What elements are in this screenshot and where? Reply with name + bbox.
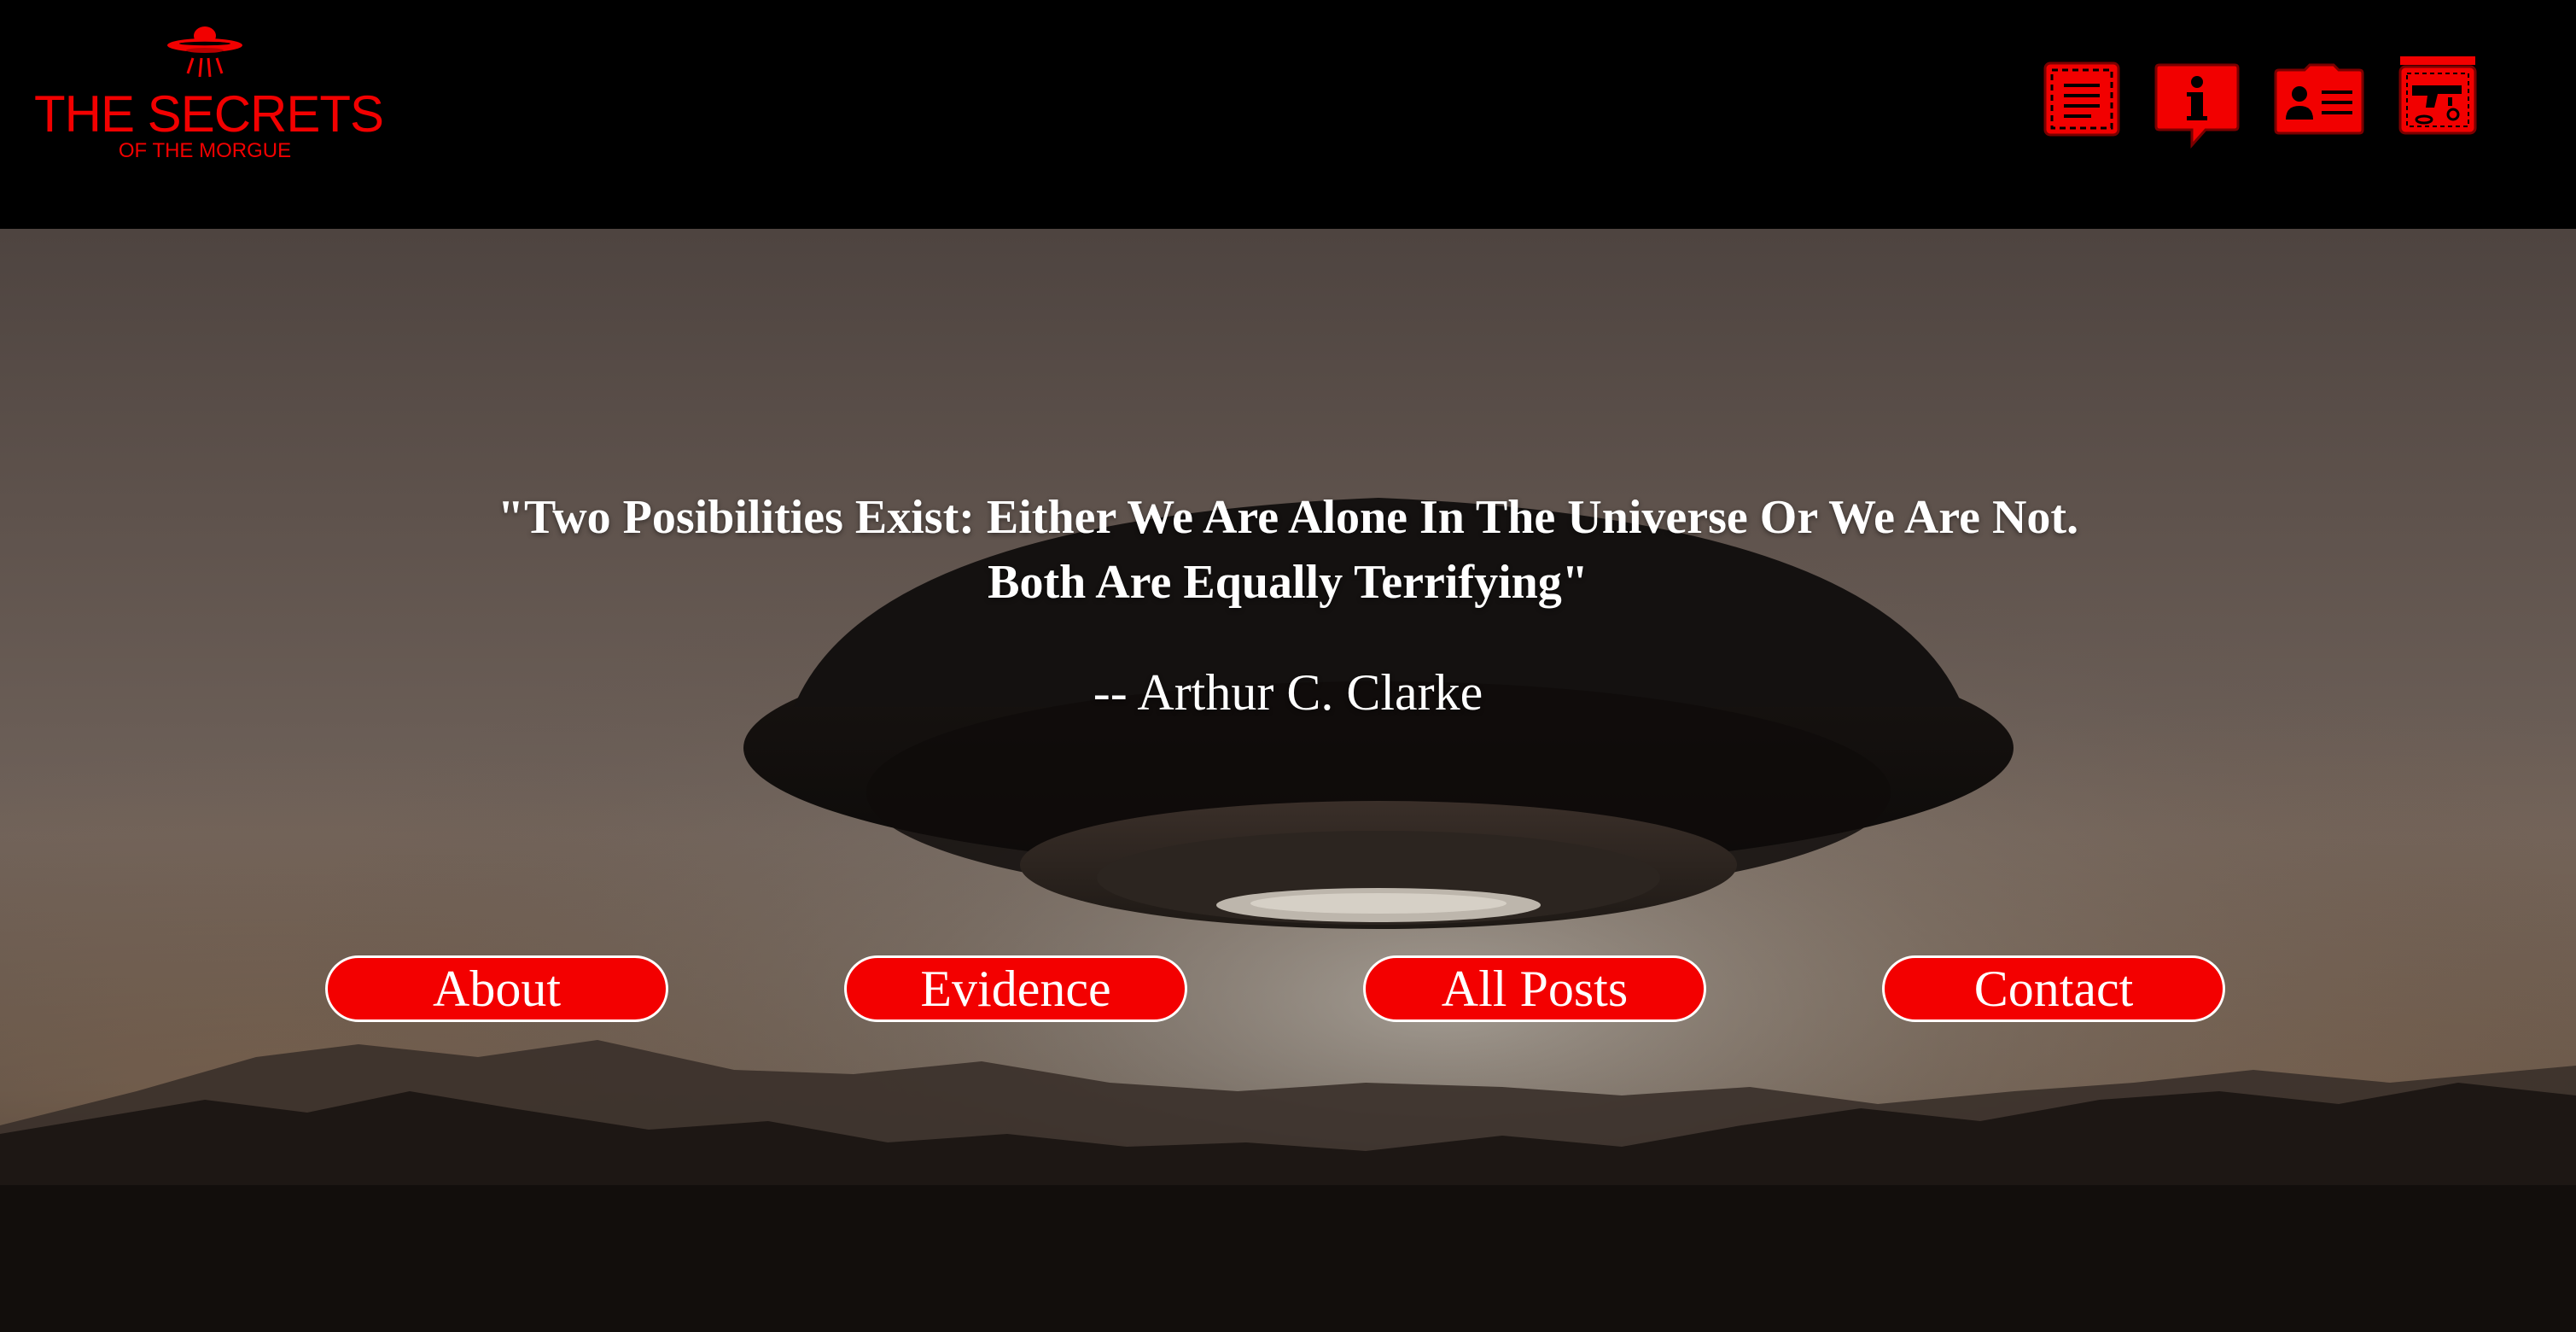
about-button[interactable]: About bbox=[325, 955, 668, 1022]
site-logo[interactable]: THE SECRETS OF THE MORGUE bbox=[34, 22, 384, 176]
evidence-gun-icon[interactable] bbox=[2397, 53, 2479, 147]
all-posts-button[interactable]: All Posts bbox=[1363, 955, 1706, 1022]
contact-button[interactable]: Contact bbox=[1882, 955, 2225, 1022]
hero-section: "Two Posibilities Exist: Either We Are A… bbox=[0, 229, 2576, 1332]
hero-quote: "Two Posibilities Exist: Either We Are A… bbox=[497, 491, 2079, 609]
quote-author: -- Arthur C. Clarke bbox=[1093, 664, 1483, 721]
evidence-button[interactable]: Evidence bbox=[844, 955, 1187, 1022]
document-icon[interactable] bbox=[2043, 53, 2120, 147]
logo-subtitle: OF THE MORGUE bbox=[118, 139, 292, 162]
info-bubble-icon[interactable] bbox=[2154, 53, 2240, 149]
ufo-icon bbox=[167, 26, 242, 78]
site-header: THE SECRETS OF THE MORGUE bbox=[0, 0, 2576, 229]
contact-card-icon[interactable] bbox=[2274, 53, 2364, 147]
ufo-over-mountains-image bbox=[0, 229, 2576, 1332]
logo-title: THE SECRETS bbox=[34, 85, 384, 143]
